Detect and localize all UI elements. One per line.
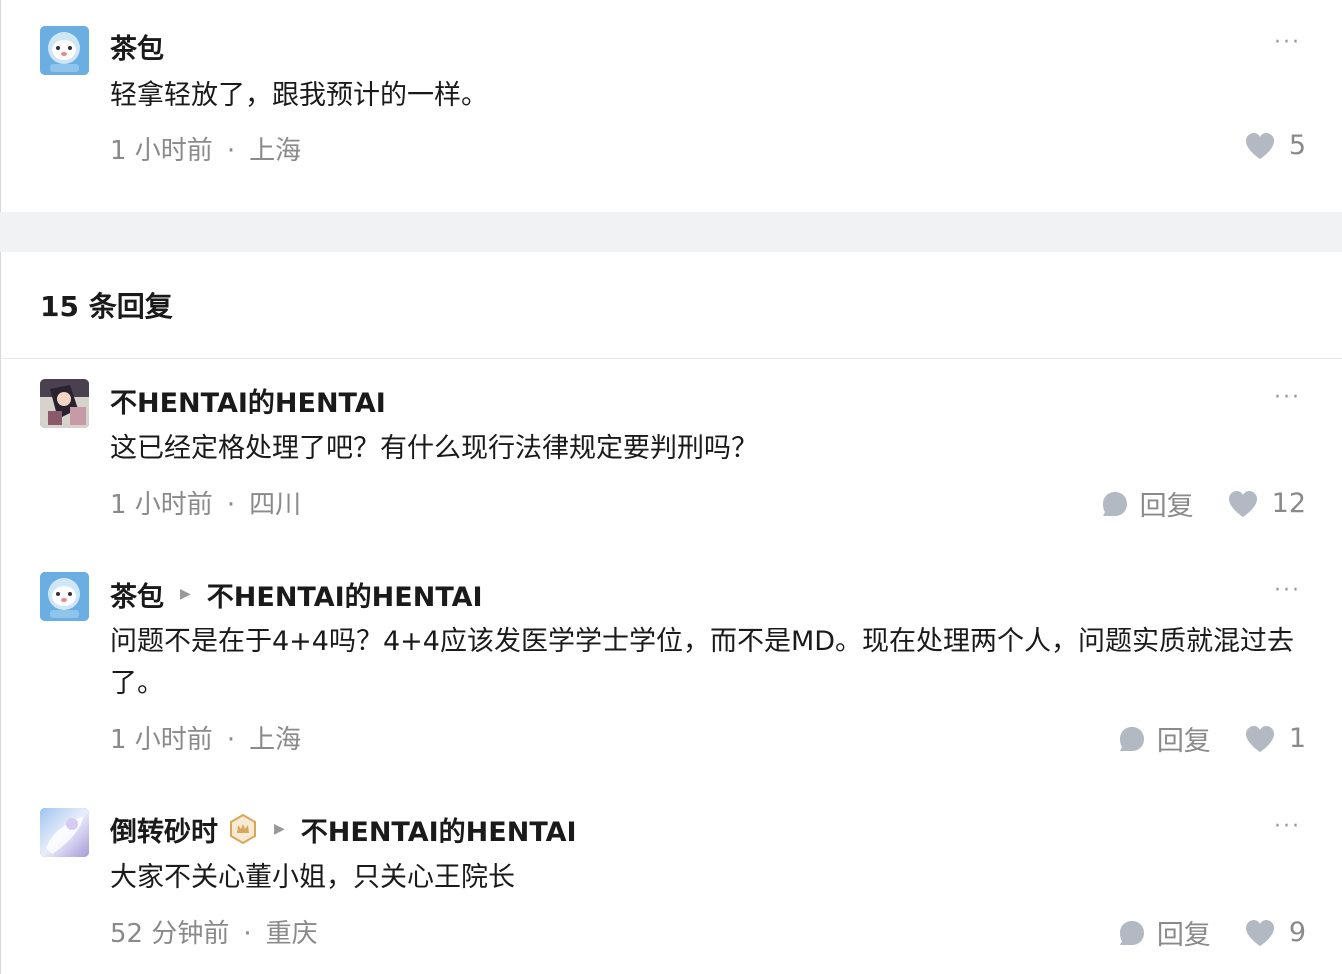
comment-time: 52 分钟前 [110,919,230,949]
like-button[interactable]: 5 [1245,130,1306,161]
reply-button[interactable]: 回复 [1102,484,1194,523]
comment-bubble-icon [1119,920,1144,945]
comment-location: 上海 [249,725,302,755]
like-count: 5 [1288,130,1306,161]
comment-text: 轻拿轻放了，跟我预计的一样。 [110,80,488,111]
comment-time: 1 小时前 [110,490,213,520]
author-name[interactable]: 茶包 [110,27,164,66]
reply-to-name[interactable]: 不HENTAI的HENTAI [301,810,577,849]
comment-location: 四川 [249,490,302,520]
comment-meta: 1 小时前 · 四川 [110,490,302,520]
author-name[interactable]: 茶包 [110,575,164,614]
avatar[interactable] [40,379,89,428]
author-name[interactable]: 不HENTAI的HENTAI [110,381,386,420]
like-count: 1 [1288,723,1306,754]
reply-label: 回复 [1139,491,1194,522]
heart-icon [1228,490,1257,517]
replies-header: 15 条回复 [40,290,173,323]
reply-label: 回复 [1156,920,1211,951]
comment-bubble-icon [1102,491,1127,516]
author-row: 茶包 [110,27,164,66]
comment-bubble-icon [1119,726,1144,751]
reply-button[interactable]: 回复 [1119,913,1211,952]
comment-meta: 52 分钟前 · 重庆 [110,919,318,949]
reply-item: 不HENTAI的HENTAI ··· 这已经定格处理了吧？有什么现行法律规定要判… [0,359,1342,549]
top-comment: 茶包 ··· 轻拿轻放了，跟我预计的一样。 1 小时前 · 上海 5 [0,0,1342,212]
author-row: 茶包 ▶ 不HENTAI的HENTAI [110,575,483,614]
comment-actions: 回复 9 [1119,913,1306,952]
like-button[interactable]: 1 [1245,723,1306,754]
like-button[interactable]: 9 [1245,917,1306,948]
reply-item: 倒转砂时 ▶ 不HENTAI的HENTAI ··· 大家不关心董小姐，只关心王院… [0,789,1342,974]
like-button[interactable]: 12 [1228,488,1306,519]
comment-time: 1 小时前 [110,725,213,755]
comment-actions: 回复 1 [1119,719,1306,758]
comment-text: 问题不是在于4+4吗？4+4应该发医学学士学位，而不是MD。现在处理两个人，问题… [110,626,1295,699]
more-icon[interactable]: ··· [1274,30,1301,55]
reply-label: 回复 [1156,726,1211,757]
more-icon[interactable]: ··· [1274,385,1301,410]
heart-icon [1245,725,1274,752]
avatar[interactable] [40,26,89,75]
author-name[interactable]: 倒转砂时 [110,810,218,849]
author-row: 倒转砂时 ▶ 不HENTAI的HENTAI [110,810,577,849]
avatar[interactable] [40,808,89,857]
comment-meta: 1 小时前 · 上海 [110,136,302,166]
comment-meta: 1 小时前 · 上海 [110,725,302,755]
comment-location: 重庆 [265,919,318,949]
crown-badge-icon [230,814,256,844]
comment-actions: 5 [1245,130,1306,161]
comment-text: 大家不关心董小姐，只关心王院长 [110,862,515,893]
like-count: 12 [1271,488,1306,519]
comment-text: 这已经定格处理了吧？有什么现行法律规定要判刑吗？ [110,433,758,464]
reply-item: 茶包 ▶ 不HENTAI的HENTAI ··· 问题不是在于4+4吗？4+4应该… [0,549,1342,789]
reply-button[interactable]: 回复 [1119,719,1211,758]
heart-icon [1245,132,1274,159]
avatar[interactable] [40,572,89,621]
heart-icon [1245,919,1274,946]
triangle-right-icon: ▶ [274,821,285,837]
comment-location: 上海 [249,136,302,166]
comment-actions: 回复 12 [1102,484,1306,523]
reply-to-name[interactable]: 不HENTAI的HENTAI [207,575,483,614]
triangle-right-icon: ▶ [180,586,191,602]
more-icon[interactable]: ··· [1274,578,1301,603]
author-row: 不HENTAI的HENTAI [110,381,386,420]
more-icon[interactable]: ··· [1274,814,1301,839]
section-separator [0,212,1342,252]
like-count: 9 [1288,917,1306,948]
comment-time: 1 小时前 [110,136,213,166]
